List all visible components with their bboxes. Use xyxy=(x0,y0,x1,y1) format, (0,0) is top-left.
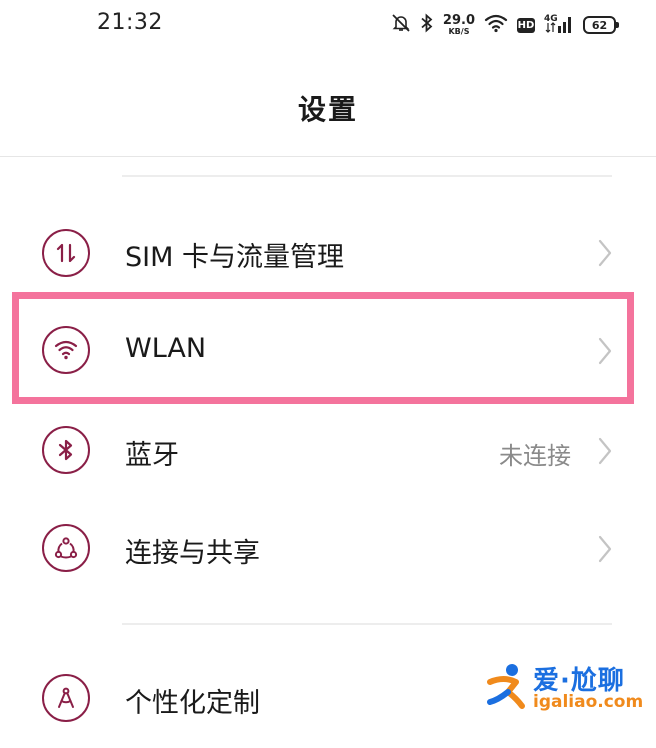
chevron-right-icon xyxy=(598,239,612,267)
menu-item-label: WLAN xyxy=(125,333,207,364)
section-divider xyxy=(122,175,612,177)
menu-item-bluetooth[interactable]: 蓝牙 未连接 xyxy=(0,402,656,500)
menu-item-connection-share[interactable]: 连接与共享 xyxy=(0,500,656,598)
menu-item-label: SIM 卡与流量管理 xyxy=(125,242,344,273)
bluetooth-status-icon xyxy=(420,13,434,37)
page-title: 设置 xyxy=(297,93,358,126)
chevron-right-icon xyxy=(598,535,612,563)
header-divider xyxy=(0,156,656,157)
menu-item-label: 个性化定制 xyxy=(125,688,260,719)
wifi-icon xyxy=(42,326,90,374)
mute-bell-icon xyxy=(391,13,411,37)
hd-badge: HD xyxy=(517,17,535,33)
menu-item-sim-data[interactable]: SIM 卡与流量管理 xyxy=(0,204,656,302)
menu-item-wlan[interactable]: WLAN xyxy=(0,302,656,400)
status-time: 21:32 xyxy=(97,10,163,35)
watermark-url: igaliao.com xyxy=(533,692,644,712)
bluetooth-icon xyxy=(42,426,90,474)
menu-item-label: 蓝牙 xyxy=(125,440,179,471)
menu-item-label: 连接与共享 xyxy=(125,538,260,569)
runner-logo-icon xyxy=(487,664,525,709)
status-icons: 29.0 KB/S HD 4G 62 xyxy=(391,8,619,42)
connection-share-icon xyxy=(42,524,90,572)
cell-signal-icon: 4G xyxy=(544,12,574,38)
sim-data-icon xyxy=(42,229,90,277)
battery-level: 62 xyxy=(591,18,608,32)
chevron-right-icon xyxy=(598,337,612,365)
status-bar: 21:32 29.0 KB/S HD 4G 62 xyxy=(0,0,656,50)
watermark: 爱·尬聊 igaliao.com xyxy=(486,658,646,718)
personalization-icon xyxy=(42,674,90,722)
section-divider xyxy=(122,623,612,625)
chevron-right-icon xyxy=(598,437,612,465)
network-speed: 29.0 KB/S xyxy=(443,14,475,36)
network-type-label: 4G xyxy=(544,14,558,24)
battery-indicator: 62 xyxy=(583,16,619,34)
network-speed-unit: KB/S xyxy=(448,27,470,36)
wifi-status-icon xyxy=(484,13,508,37)
network-speed-value: 29.0 xyxy=(442,13,475,28)
bluetooth-status: 未连接 xyxy=(499,442,571,470)
